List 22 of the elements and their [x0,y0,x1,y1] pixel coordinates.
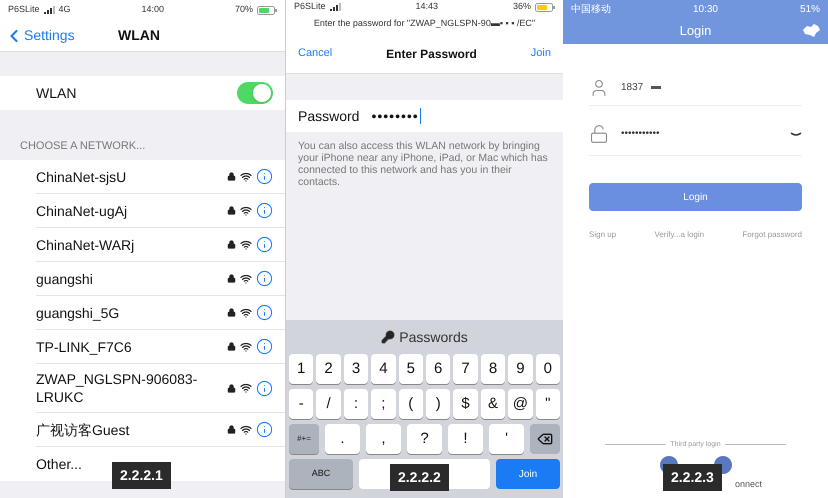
carrier-name: P6SLite [8,3,40,16]
hint-text: You can also access this WLAN network by bringing your iPhone near any iPhone, iPad, or Mac which has connected to this network and has you in their contacts. [297,139,549,188]
network-type: 4G [58,3,71,16]
caption-tooltip: 2.2.2.2 [390,464,449,491]
password-prompt: Enter the password for "ZWAP_NGLSPN-90▬▪ ▪ ▪ /EC" [314,17,536,30]
status-time: 10:30 [692,2,718,16]
battery-percent: 70% [234,3,253,16]
carrier-name: 中国移动 [571,2,611,16]
connect-label: onnect [735,478,762,491]
nav-title: Enter Password [386,46,477,62]
battery-percent: 36% [512,0,531,14]
screen-title: Login [680,22,712,40]
status-time: 14:00 [142,3,164,16]
section-header: CHOOSE A NETWORK... [20,138,146,154]
password-label: Password [298,106,360,126]
wlan-label: WLAN [36,84,76,102]
nav-title: WLAN [118,26,160,45]
caption-tooltip: 2.2.2.1 [112,462,171,489]
battery-percent: 51% [800,2,820,16]
caption-tooltip: 2.2.2.3 [663,464,722,491]
status-time: 14:43 [415,0,438,14]
carrier-name: P6SLite [294,0,326,14]
